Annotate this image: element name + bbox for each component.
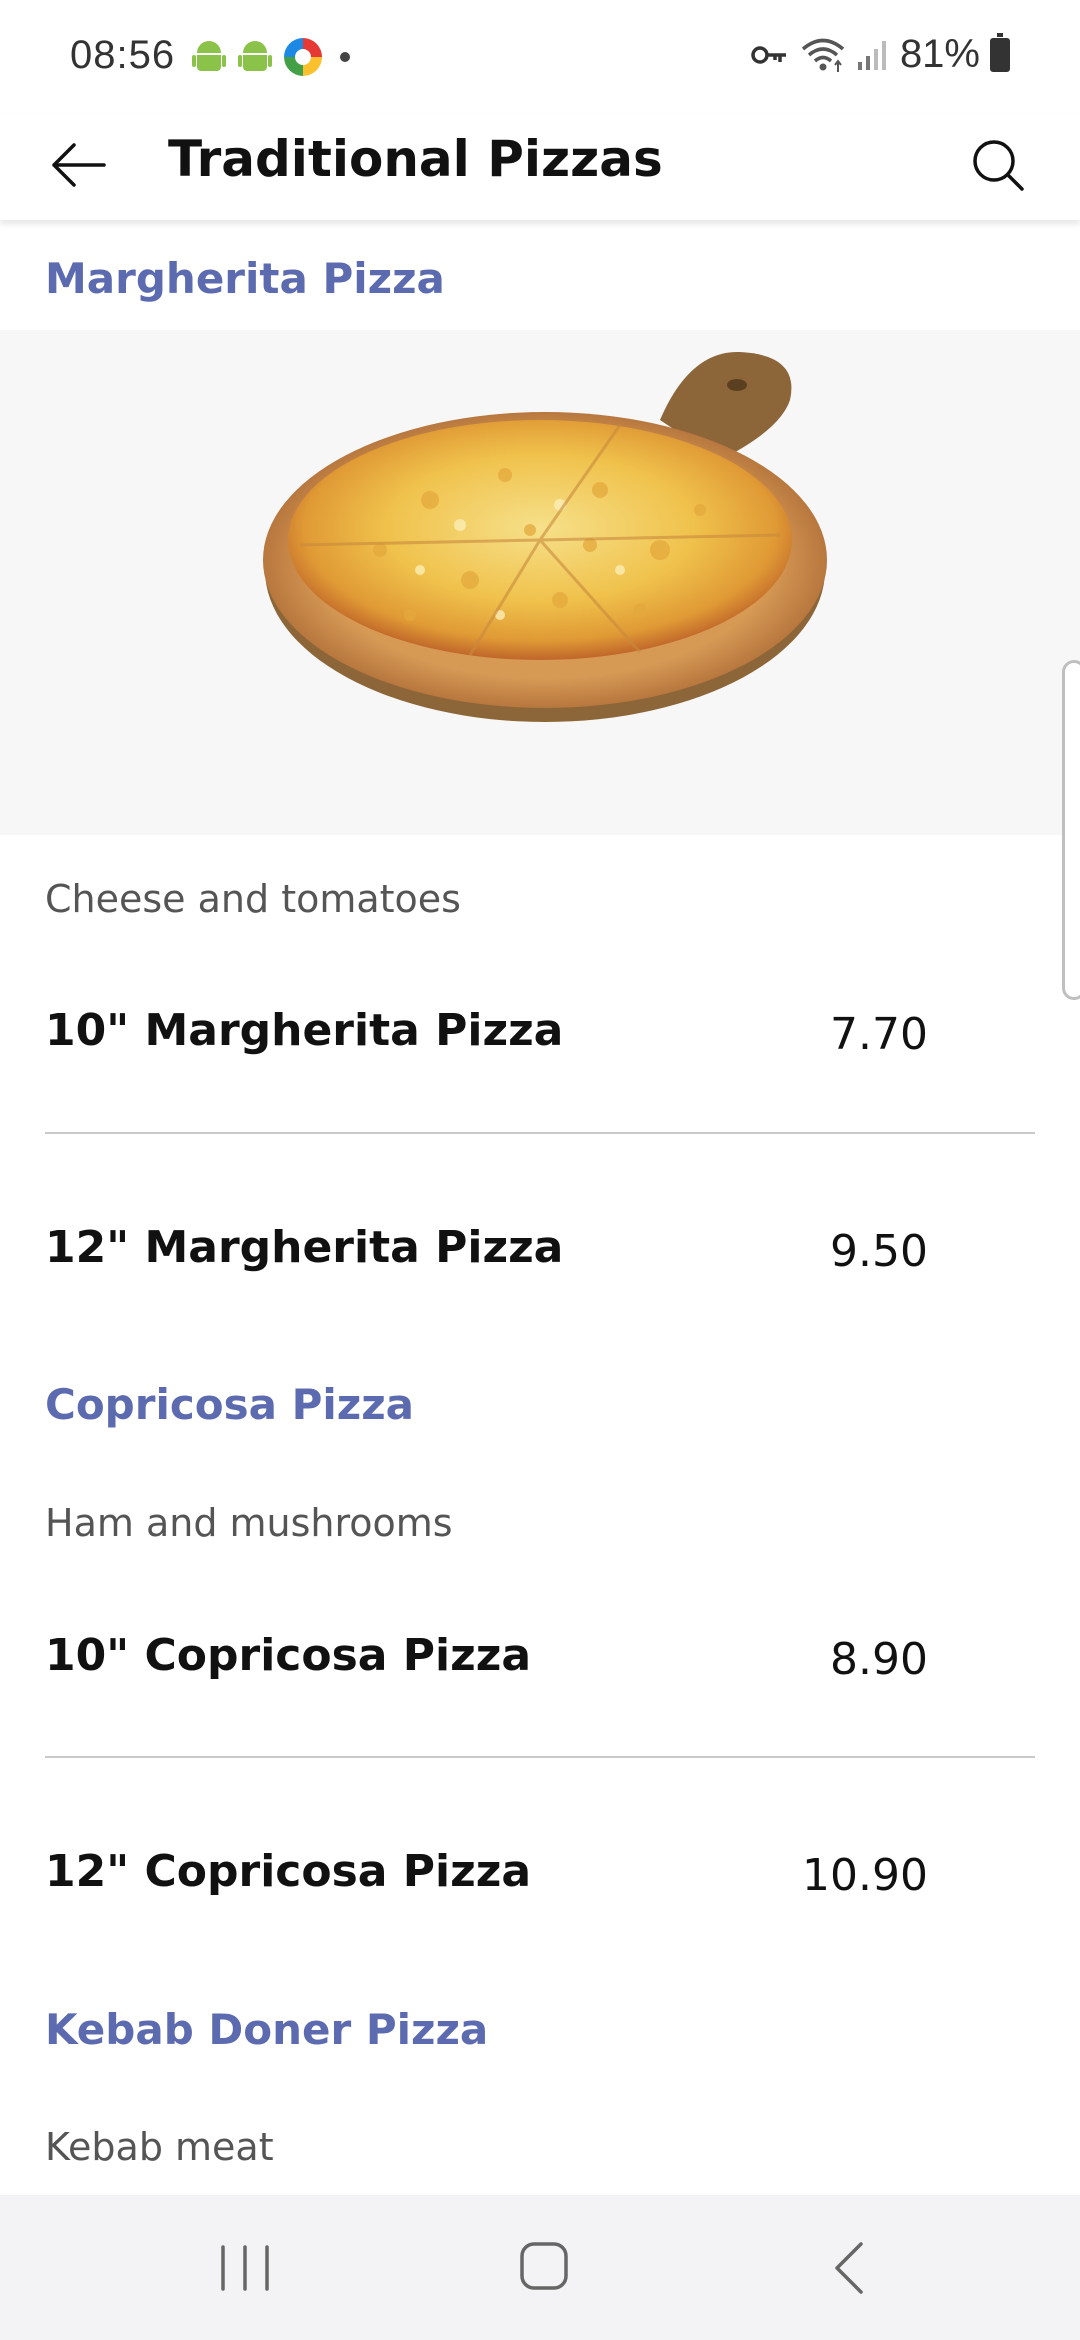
- back-button[interactable]: [38, 125, 118, 205]
- item-name: 10" Margherita Pizza: [45, 1005, 564, 1056]
- menu-list[interactable]: Margherita Pizza Cheese and tomatoes 10"…: [0, 220, 1080, 2195]
- menu-item-row[interactable]: 12" Copricosa Pizza 10.90: [0, 1816, 1080, 1936]
- battery-icon: [990, 32, 1010, 72]
- arrow-left-icon: [52, 143, 106, 187]
- android-icon: [192, 39, 226, 75]
- menu-item-row[interactable]: 10" Margherita Pizza 7.70: [0, 975, 1080, 1095]
- search-button[interactable]: [956, 123, 1040, 207]
- page-title: Traditional Pizzas: [168, 130, 663, 188]
- dot-icon: [340, 52, 350, 62]
- item-description: Cheese and tomatoes: [45, 877, 461, 921]
- section-title: Margherita Pizza: [45, 254, 445, 303]
- item-description: Kebab meat: [45, 2125, 274, 2169]
- key-icon: [751, 45, 786, 64]
- home-icon[interactable]: [518, 2240, 570, 2292]
- battery-percent: 81%: [899, 32, 980, 76]
- back-icon[interactable]: [825, 2240, 875, 2296]
- status-bar: 08:56 81%: [0, 0, 1080, 115]
- section-title: Copricosa Pizza: [45, 1380, 414, 1429]
- wifi-icon: [801, 38, 845, 72]
- item-price: 8.90: [830, 1634, 928, 1685]
- item-price: 7.70: [830, 1009, 928, 1060]
- divider: [45, 1756, 1035, 1758]
- scrollbar-handle[interactable]: [1062, 660, 1080, 1000]
- divider: [45, 1132, 1035, 1134]
- menu-item-row[interactable]: 12" Margherita Pizza 9.50: [0, 1192, 1080, 1312]
- signal-icon: [857, 40, 886, 70]
- menu-item-row[interactable]: 10" Copricosa Pizza 8.90: [0, 1600, 1080, 1720]
- search-icon: [973, 140, 1024, 191]
- navigation-bar: [0, 2195, 1080, 2340]
- system-icons: 81%: [750, 32, 1010, 77]
- color-circle-icon: [284, 38, 322, 76]
- section-title: Kebab Doner Pizza: [45, 2005, 489, 2054]
- item-description: Ham and mushrooms: [45, 1501, 453, 1545]
- notification-icons: [192, 38, 350, 76]
- item-name: 10" Copricosa Pizza: [45, 1630, 532, 1681]
- item-price: 9.50: [830, 1226, 928, 1277]
- item-name: 12" Copricosa Pizza: [45, 1846, 532, 1897]
- item-price: 10.90: [802, 1850, 928, 1901]
- recent-apps-icon[interactable]: [215, 2243, 275, 2293]
- status-time: 08:56: [70, 33, 176, 77]
- app-bar: Traditional Pizzas: [0, 115, 1080, 220]
- android-icon: [238, 39, 272, 75]
- pizza-image: [0, 330, 1080, 835]
- item-name: 12" Margherita Pizza: [45, 1222, 564, 1273]
